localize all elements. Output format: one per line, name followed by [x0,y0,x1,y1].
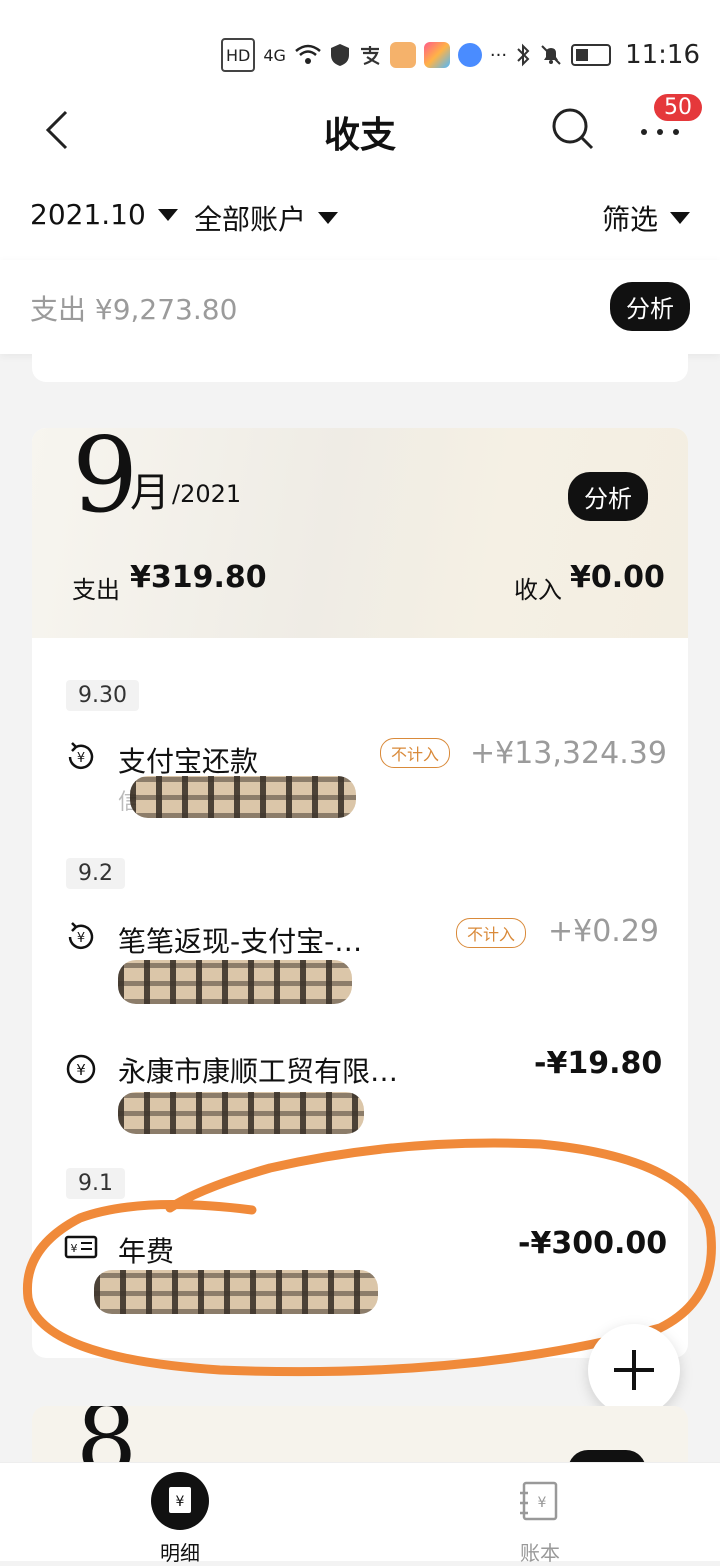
nav-item-details[interactable]: ¥ 明细 [120,1471,240,1566]
transaction-title: 永康市康顺工贸有限… [118,1055,399,1088]
music-icon [457,43,482,67]
shield-icon [330,40,350,70]
account-filter[interactable]: 全部账户 [194,198,339,238]
transaction-title: 笔笔返现-支付宝-… [118,925,363,958]
redaction-mask [130,776,356,818]
redaction-mask [118,960,352,1004]
transaction-amount: +¥13,324.39 [470,736,667,771]
status-icons: HD 4G ··· 11:16 [220,38,700,72]
month-number: 8 [76,1406,138,1466]
redaction-mask [118,1092,364,1134]
hd-icon: HD [220,38,256,72]
svg-text:¥: ¥ [76,1061,86,1079]
month-expense-value: ¥319.80 [130,560,267,595]
next-month-card: 8 [32,1406,688,1466]
exclude-tag: 不计入 [456,918,527,948]
svg-text:¥: ¥ [77,751,85,766]
month-year: /2021 [172,480,242,508]
month-income-value: ¥0.00 [570,560,665,595]
filter-label: 筛选 [602,203,659,236]
month-income-label: 收入 [514,576,562,604]
nav-label: 账本 [520,1541,560,1565]
month-card-header: 9 月 /2021 分析 支出 ¥319.80 收入 ¥0.00 [32,428,688,638]
signal-icon: 4G [263,45,286,65]
date-chip: 9.2 [66,858,125,889]
refund-icon: ¥ [68,742,94,770]
page-title: 收支 [323,115,396,156]
caret-down-icon [157,208,178,221]
notification-badge: 50 [654,94,702,121]
month-analyze-button[interactable]: 分析 [568,472,648,521]
battery-icon [571,44,612,66]
month-filter[interactable]: 2021.10 [30,198,178,231]
wifi-icon [294,40,322,70]
previous-month-card [32,354,688,382]
add-button[interactable] [588,1324,680,1416]
yuan-icon: ¥ [66,1054,96,1084]
month-filter-label: 2021.10 [30,198,146,231]
more-dots-icon: ··· [489,44,508,66]
month-unit: 月 [130,470,170,516]
account-filter-label: 全部账户 [194,203,307,236]
summary-row: 支出 ¥9,273.80 分析 [0,260,720,354]
analyze-button[interactable]: 分析 [610,282,690,331]
nav-label: 明细 [160,1541,200,1565]
app-icon [389,42,416,68]
svg-text:¥: ¥ [176,1494,185,1510]
mute-bell-icon [539,40,563,70]
search-icon [552,108,594,150]
bluetooth-icon [515,40,531,70]
transaction-amount: +¥0.29 [548,914,660,949]
transaction-title: 支付宝还款 [118,745,259,778]
caret-down-icon [318,212,339,224]
alipay-icon [358,40,382,70]
refund-icon: ¥ [68,922,94,950]
status-time: 11:16 [625,40,700,70]
expense-summary: 支出 ¥9,273.80 [30,293,238,326]
search-button[interactable] [548,104,598,154]
caret-down-icon [670,212,691,224]
month-number: 9 [72,428,139,536]
date-chip: 9.30 [66,680,139,711]
exclude-tag: 不计入 [380,738,451,768]
filter-row: 2021.10 全部账户 筛选 [0,180,720,260]
plus-icon [614,1350,654,1390]
transaction-amount: -¥19.80 [534,1046,663,1081]
nav-item-ledger[interactable]: ¥ 账本 [480,1471,600,1566]
ledger-icon: ¥ [520,1481,558,1521]
app-icon [423,42,450,68]
svg-text:¥: ¥ [77,931,85,946]
details-icon: ¥ [151,1472,209,1530]
month-expense-label: 支出 [72,576,120,604]
bottom-nav: ¥ 明细 ¥ 账本 [0,1462,720,1565]
filter-dropdown[interactable]: 筛选 [602,198,691,238]
svg-text:¥: ¥ [538,1495,547,1511]
header: 收支 50 [0,80,720,180]
